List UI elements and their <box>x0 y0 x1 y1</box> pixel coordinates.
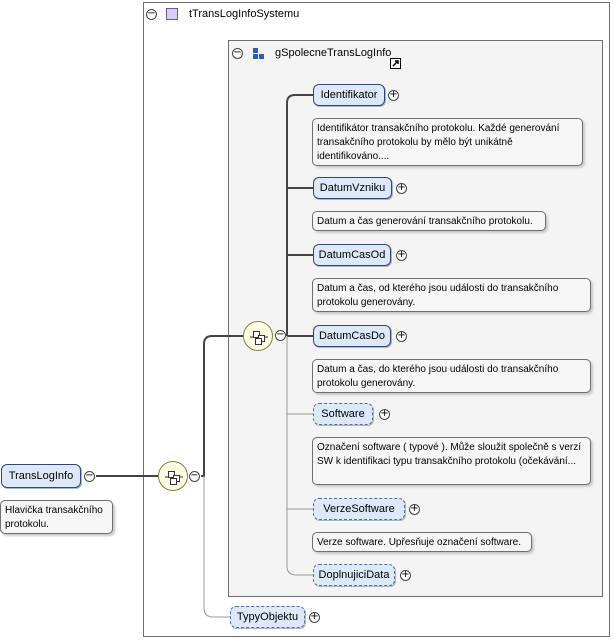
element-typyobjektu[interactable]: TypyObjektu <box>230 606 305 628</box>
root-element[interactable]: TransLogInfo <box>1 464 81 488</box>
datumcasdo-expand-button[interactable]: + <box>396 331 407 342</box>
inner-sequence-collapse-button[interactable]: − <box>275 330 286 341</box>
outer-sequence-icon[interactable] <box>158 461 188 491</box>
doplnujicidata-expand-button[interactable]: + <box>400 570 411 581</box>
root-element-label: TransLogInfo <box>8 470 74 482</box>
element-verzesoftware[interactable]: VerzeSoftware <box>313 498 405 520</box>
element-datumvzniku-label: DatumVzniku <box>319 182 386 194</box>
typyobjektu-expand-button[interactable]: + <box>309 612 320 623</box>
element-datumcasod-label: DatumCasOd <box>318 249 386 261</box>
root-collapse-button[interactable]: − <box>84 471 95 482</box>
datumcasod-doc: Datum a čas, od kterého jsou události do… <box>312 278 591 312</box>
element-datumcasdo-label: DatumCasDo <box>318 330 386 342</box>
datumcasdo-doc: Datum a čas, do kterého jsou události do… <box>312 359 591 393</box>
datumvzniku-expand-button[interactable]: + <box>396 183 407 194</box>
complex-type-title: tTransLogInfoSystemu <box>189 8 300 20</box>
element-software[interactable]: Software <box>313 403 373 425</box>
datumcasod-expand-button[interactable]: + <box>396 250 407 261</box>
element-identifikator[interactable]: Identifikator <box>313 84 385 106</box>
element-datumcasdo[interactable]: DatumCasDo <box>313 325 391 347</box>
verzesoftware-doc: Verze software. Upřesňuje označení softw… <box>312 532 532 552</box>
element-datumcasod[interactable]: DatumCasOd <box>313 244 391 266</box>
complex-type-icon <box>166 8 178 20</box>
identifikator-doc: Identifikátor transakčního protokolu. Ka… <box>312 118 583 166</box>
root-doc: Hlavička transakčního protokolu. <box>0 500 113 534</box>
element-doplnujicidata-label: DoplnujiciData <box>318 569 390 581</box>
element-software-label: Software <box>321 408 365 420</box>
complex-type-collapse-button[interactable]: − <box>146 9 157 20</box>
verzesoftware-expand-button[interactable]: + <box>409 504 420 515</box>
datumvzniku-doc: Datum a čas generování transakčního prot… <box>312 211 546 231</box>
group-collapse-button[interactable]: − <box>232 48 243 59</box>
identifikator-expand-button[interactable]: + <box>388 90 399 101</box>
software-doc: Označení software ( typové ). Může slouž… <box>312 437 591 485</box>
element-typyobjektu-label: TypyObjektu <box>236 611 299 623</box>
element-verzesoftware-label: VerzeSoftware <box>323 503 395 515</box>
software-expand-button[interactable]: + <box>379 409 390 420</box>
element-identifikator-label: Identifikator <box>320 89 378 101</box>
group-title: gSpolecneTransLogInfo <box>275 47 392 59</box>
element-doplnujicidata[interactable]: DoplnujiciData <box>313 564 395 586</box>
group-link-icon <box>390 58 401 69</box>
element-datumvzniku[interactable]: DatumVzniku <box>313 177 392 199</box>
inner-sequence-icon[interactable] <box>243 321 273 351</box>
outer-sequence-collapse-button[interactable]: − <box>189 471 200 482</box>
